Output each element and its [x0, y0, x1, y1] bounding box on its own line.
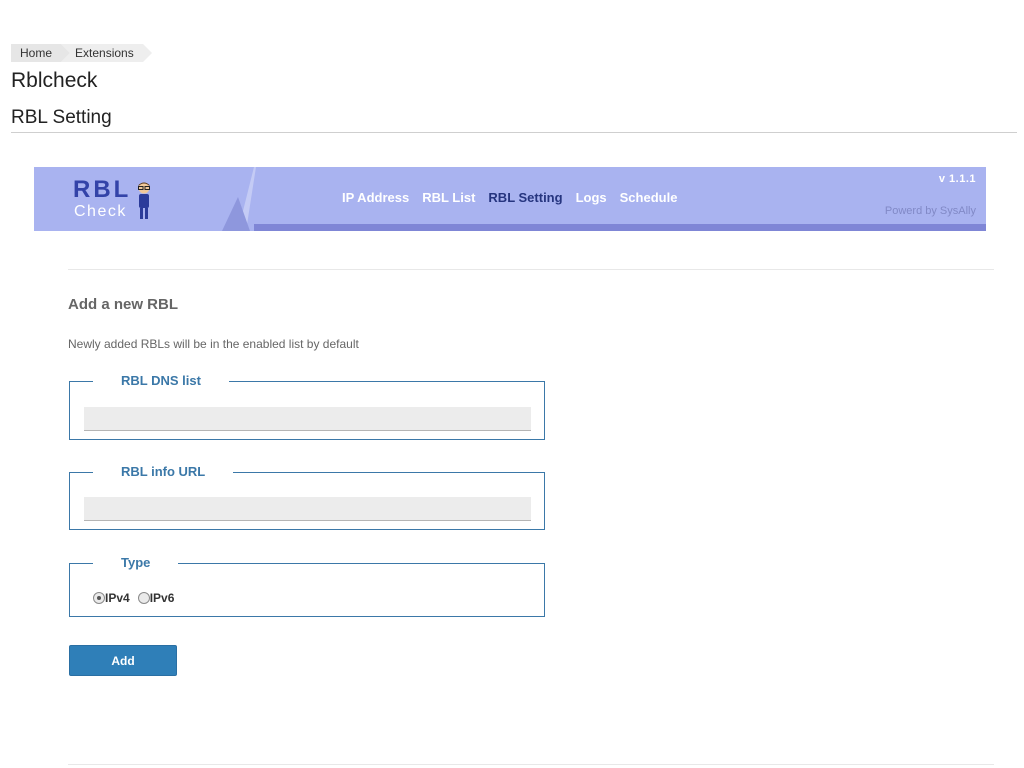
rbl-url-input[interactable] [84, 497, 531, 521]
nav-schedule[interactable]: Schedule [620, 190, 678, 206]
breadcrumb-home-link[interactable]: Home [11, 44, 71, 62]
content-top-divider [68, 269, 994, 270]
powered-by-label: Powerd by SysAlly [884, 205, 976, 217]
section-divider [11, 132, 1017, 133]
rbl-url-legend: RBL info URL [121, 464, 206, 479]
rbl-dns-fieldset: RBL DNS list [69, 374, 545, 440]
nav-ip-address[interactable]: IP Address [342, 190, 409, 206]
rbl-dns-legend: RBL DNS list [121, 373, 201, 388]
person-with-glasses-icon [138, 182, 150, 219]
banner-slant-decoration [222, 167, 256, 231]
banner-nav: IP Address RBL List RBL Setting Logs Sch… [342, 190, 690, 206]
nav-rbl-list[interactable]: RBL List [422, 190, 475, 206]
logo-text-top: RBL [73, 176, 132, 203]
rbl-dns-input[interactable] [84, 407, 531, 431]
add-rbl-heading: Add a new RBL [68, 296, 179, 313]
page-title: Rblcheck [11, 69, 98, 92]
rblcheck-logo: RBL Check [73, 177, 163, 223]
type-radio-group: IPv4 IPv6 [93, 591, 182, 605]
rbl-type-legend: Type [121, 555, 151, 570]
nav-logs[interactable]: Logs [576, 190, 607, 206]
section-title: RBL Setting [11, 107, 112, 128]
add-button[interactable]: Add [69, 645, 177, 676]
rbl-url-fieldset: RBL info URL [69, 465, 545, 530]
rbl-type-fieldset: Type IPv4 IPv6 [69, 556, 545, 617]
version-label: v 1.1.1 [938, 173, 976, 185]
app-banner: RBL Check IP Address RBL List RBL Settin… [34, 167, 986, 231]
ipv6-label[interactable]: IPv6 [150, 591, 175, 605]
ipv6-radio[interactable] [137, 592, 150, 604]
content-bottom-divider [68, 764, 994, 765]
logo-text-bottom: Check [74, 203, 127, 220]
breadcrumb: Home Extensions [11, 44, 152, 62]
add-rbl-hint: Newly added RBLs will be in the enabled … [68, 337, 359, 351]
breadcrumb-extensions-link[interactable]: Extensions [61, 44, 152, 62]
banner-bottom-bar [254, 224, 986, 231]
ipv4-label[interactable]: IPv4 [105, 591, 130, 605]
nav-rbl-setting[interactable]: RBL Setting [488, 190, 562, 206]
ipv4-radio[interactable] [93, 592, 105, 604]
